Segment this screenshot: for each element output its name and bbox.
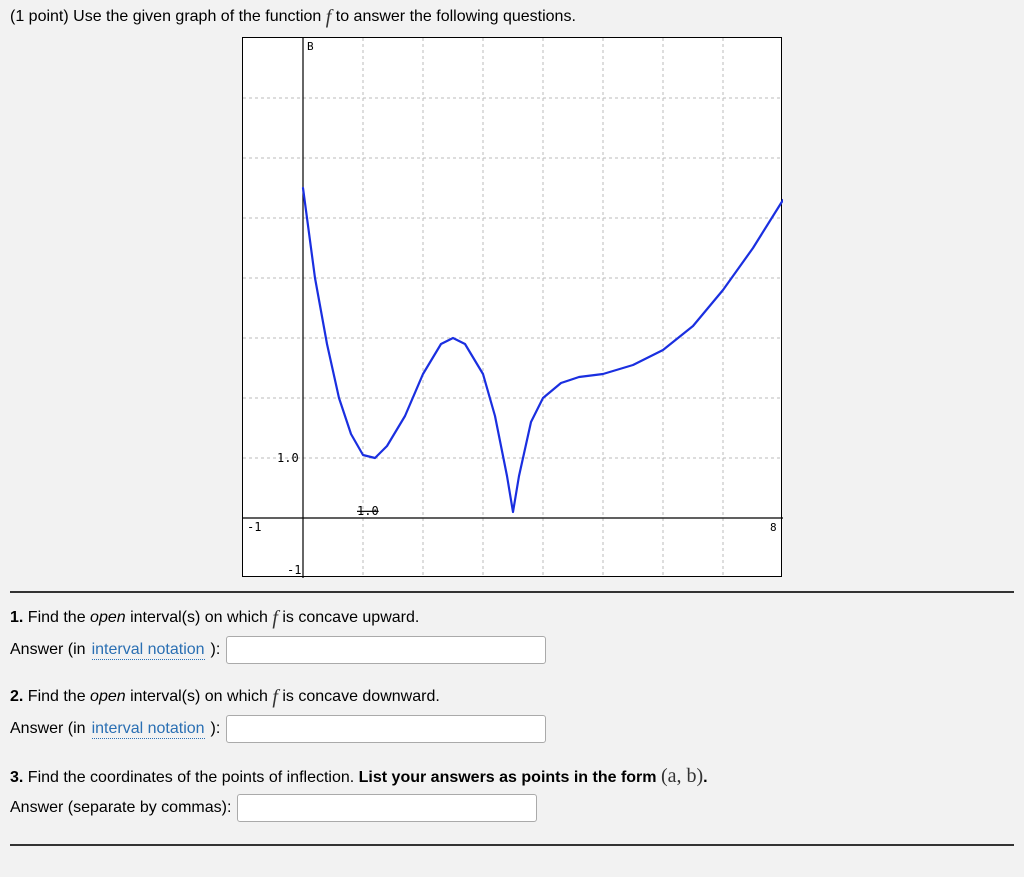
q2-answer-input[interactable]	[226, 715, 546, 743]
x-min-label: -1	[247, 520, 261, 534]
y-axis-top-label: B	[307, 40, 314, 53]
y-bottom-label: -1	[287, 563, 301, 577]
question-3: 3. Find the coordinates of the points of…	[10, 765, 1014, 822]
q3-answer-row: Answer (separate by commas):	[10, 794, 1014, 822]
interval-notation-link-2[interactable]: interval notation	[92, 720, 205, 739]
q1-open: open	[90, 609, 126, 626]
graph-plot: B -1 8 -1 1.0 1.0	[242, 37, 782, 577]
q1-answer-input[interactable]	[226, 636, 546, 664]
q2-t3: is concave downward.	[278, 688, 440, 705]
q1-t2: interval(s) on which	[126, 609, 273, 626]
question-2: 2. Find the open interval(s) on which f …	[10, 686, 1014, 743]
q3-text: 3. Find the coordinates of the points of…	[10, 765, 1014, 788]
q2-answer-row: Answer (in interval notation):	[10, 715, 1014, 743]
prompt-text-2: to answer the following questions.	[331, 8, 576, 25]
q2-t2: interval(s) on which	[126, 688, 273, 705]
axes	[243, 38, 783, 578]
q3-bold: List your answers as points in the form	[359, 769, 661, 786]
q2-answer-suffix: ):	[211, 720, 221, 738]
q2-open: open	[90, 688, 126, 705]
q3-ab: (a, b)	[661, 765, 703, 787]
q2-number: 2.	[10, 688, 23, 705]
points-label: (1 point)	[10, 8, 73, 25]
q1-answer-row: Answer (in interval notation):	[10, 636, 1014, 664]
q2-t1: Find the	[23, 688, 90, 705]
q3-t1: Find the coordinates of the points of in…	[23, 769, 358, 786]
q2-text: 2. Find the open interval(s) on which f …	[10, 686, 1014, 709]
q2-answer-prefix: Answer (in	[10, 720, 86, 738]
q3-answer-input[interactable]	[237, 794, 537, 822]
question-1: 1. Find the open interval(s) on which f …	[10, 607, 1014, 664]
q1-answer-prefix: Answer (in	[10, 641, 86, 659]
q1-t1: Find the	[23, 609, 90, 626]
q3-number: 3.	[10, 769, 23, 786]
graph-container: B -1 8 -1 1.0 1.0	[10, 37, 1014, 577]
problem-prompt: (1 point) Use the given graph of the fun…	[10, 6, 1014, 29]
gridlines	[243, 38, 783, 578]
x-tick-1: 1.0	[357, 504, 379, 518]
x-max-label: 8	[770, 521, 777, 534]
y-tick-1: 1.0	[277, 451, 299, 465]
interval-notation-link[interactable]: interval notation	[92, 641, 205, 660]
divider-2	[10, 844, 1014, 846]
graph-svg: B -1 8 -1 1.0 1.0	[243, 38, 783, 578]
prompt-text-1: Use the given graph of the function	[73, 8, 326, 25]
q3-bold-end: .	[703, 769, 707, 786]
divider-1	[10, 591, 1014, 593]
q1-number: 1.	[10, 609, 23, 626]
q3-answer-label: Answer (separate by commas):	[10, 799, 231, 817]
q1-text: 1. Find the open interval(s) on which f …	[10, 607, 1014, 630]
q1-answer-suffix: ):	[211, 641, 221, 659]
q1-t3: is concave upward.	[278, 609, 419, 626]
page: (1 point) Use the given graph of the fun…	[0, 0, 1024, 877]
